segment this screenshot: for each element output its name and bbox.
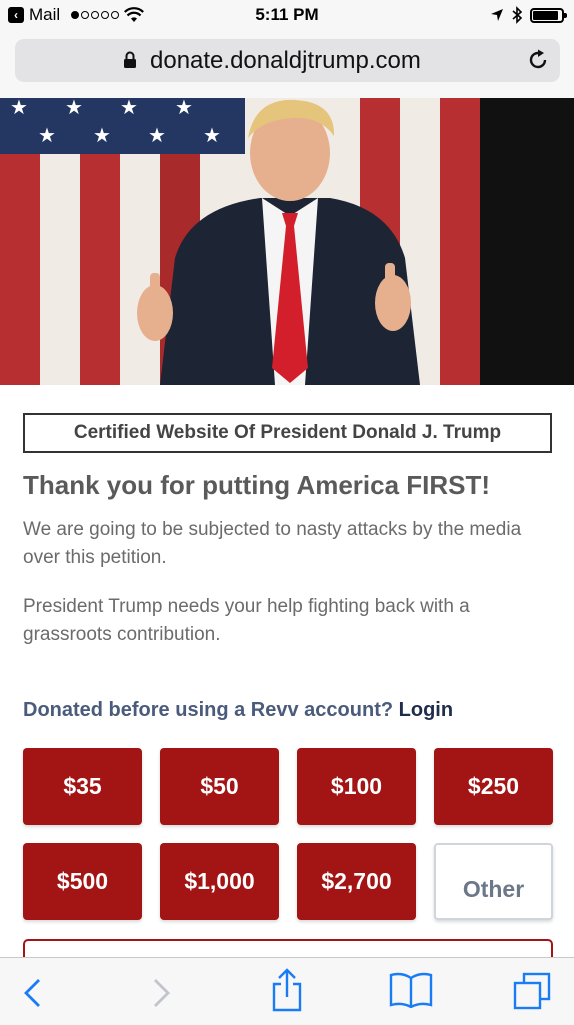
browser-toolbar bbox=[0, 957, 574, 1025]
certified-banner: Certified Website Of President Donald J.… bbox=[23, 413, 552, 453]
bookmarks-icon[interactable] bbox=[388, 972, 434, 1008]
share-icon[interactable] bbox=[270, 968, 304, 1012]
battery-icon bbox=[530, 7, 567, 23]
bluetooth-icon bbox=[512, 6, 522, 24]
hero-image: ★ ★ ★ ★ ★ ★ ★ ★ bbox=[0, 98, 574, 385]
svg-text:★: ★ bbox=[93, 123, 111, 147]
amount-button-500[interactable]: $500 bbox=[23, 843, 142, 920]
svg-text:★: ★ bbox=[120, 98, 138, 119]
revv-prompt-text: Donated before using a Revv account? bbox=[23, 699, 394, 721]
other-amount-input[interactable]: Other bbox=[434, 843, 553, 920]
login-link[interactable]: Login bbox=[399, 699, 453, 721]
svg-text:★: ★ bbox=[10, 98, 28, 119]
reload-icon[interactable] bbox=[526, 48, 550, 72]
lock-icon bbox=[124, 51, 136, 68]
svg-text:★: ★ bbox=[148, 123, 166, 147]
url-text[interactable]: donate.donaldjtrump.com bbox=[150, 47, 421, 75]
status-bar: ‹ Mail 5:11 PM bbox=[0, 0, 574, 32]
amount-button-100[interactable]: $100 bbox=[297, 748, 416, 825]
amount-button-250[interactable]: $250 bbox=[434, 748, 553, 825]
help-paragraph: President Trump needs your help fighting… bbox=[23, 596, 470, 645]
revv-login-prompt: Donated before using a Revv account? Log… bbox=[23, 699, 453, 722]
svg-text:★: ★ bbox=[203, 123, 221, 147]
flag-portrait-image: ★ ★ ★ ★ ★ ★ ★ ★ bbox=[0, 98, 574, 385]
svg-text:★: ★ bbox=[38, 123, 56, 147]
page-headline: Thank you for putting America FIRST! bbox=[23, 470, 491, 500]
svg-text:★: ★ bbox=[65, 98, 83, 119]
svg-text:★: ★ bbox=[175, 98, 193, 119]
browser-chrome: donate.donaldjtrump.com bbox=[0, 32, 574, 98]
address-bar[interactable]: donate.donaldjtrump.com bbox=[15, 39, 560, 82]
back-chevron-icon[interactable] bbox=[22, 978, 44, 1008]
amount-button-1000[interactable]: $1,000 bbox=[160, 843, 279, 920]
tabs-icon[interactable] bbox=[512, 971, 552, 1011]
location-arrow-icon bbox=[491, 9, 503, 21]
forward-chevron-icon[interactable] bbox=[150, 978, 172, 1008]
amount-button-50[interactable]: $50 bbox=[160, 748, 279, 825]
status-time: 5:11 PM bbox=[255, 5, 319, 24]
amount-button-2700[interactable]: $2,700 bbox=[297, 843, 416, 920]
intro-paragraph: We are going to be subjected to nasty at… bbox=[23, 519, 522, 568]
amount-button-35[interactable]: $35 bbox=[23, 748, 142, 825]
